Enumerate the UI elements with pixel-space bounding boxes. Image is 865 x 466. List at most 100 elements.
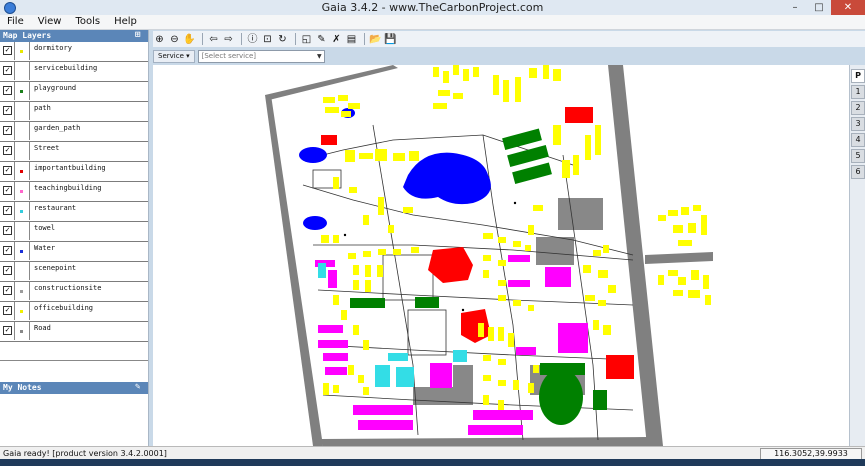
- office-building: [668, 210, 678, 216]
- dormitory-building: [498, 280, 506, 286]
- zoom-out-icon[interactable]: ⊖: [168, 33, 181, 46]
- dormitory-building: [483, 255, 491, 261]
- dormitory-building: [358, 375, 364, 383]
- layer-checkbox[interactable]: ✓: [3, 166, 12, 175]
- pond: [299, 147, 327, 163]
- info-icon[interactable]: ⓘ: [246, 33, 259, 46]
- dormitory-building: [463, 69, 469, 81]
- zoom-in-icon[interactable]: ⊕: [153, 33, 166, 46]
- important-building: [606, 355, 634, 379]
- dormitory-building: [483, 233, 493, 239]
- map-view[interactable]: [153, 65, 849, 446]
- dormitory-building: [325, 107, 339, 113]
- clear-icon[interactable]: ✗: [330, 33, 343, 46]
- add-layer-icon[interactable]: ◱: [300, 33, 313, 46]
- new-note-icon[interactable]: ✎: [135, 383, 145, 392]
- menu-file[interactable]: File: [0, 15, 31, 29]
- menu-tools[interactable]: Tools: [68, 15, 107, 29]
- office-building: [673, 290, 683, 296]
- layer-checkbox[interactable]: ✓: [3, 126, 12, 135]
- layer-checkbox[interactable]: ✓: [3, 246, 12, 255]
- dormitory-building: [483, 375, 491, 381]
- office-building: [688, 223, 696, 233]
- layer-symbol-icon: [14, 302, 30, 320]
- layer-row[interactable]: ✓ playground: [0, 82, 148, 102]
- teaching-building: [353, 405, 413, 415]
- layer-checkbox[interactable]: ✓: [3, 206, 12, 215]
- dormitory-building: [453, 65, 459, 75]
- menu-help[interactable]: Help: [107, 15, 144, 29]
- teaching-building: [473, 410, 533, 420]
- full-extent-icon[interactable]: ⊡: [261, 33, 274, 46]
- menu-view[interactable]: View: [31, 15, 69, 29]
- layer-row[interactable]: ✓ Water: [0, 242, 148, 262]
- layer-checkbox[interactable]: ✓: [3, 106, 12, 115]
- layer-checkbox[interactable]: ✓: [3, 186, 12, 195]
- page-tab[interactable]: 5: [851, 149, 865, 163]
- stadium: [539, 369, 583, 425]
- layer-row[interactable]: ✓ Street: [0, 142, 148, 162]
- dormitory-building: [333, 385, 339, 393]
- layer-row[interactable]: ✓ scenepoint: [0, 262, 148, 282]
- layer-name: constructionsite: [34, 284, 102, 292]
- campus-map[interactable]: [153, 65, 849, 446]
- layer-checkbox[interactable]: ✓: [3, 86, 12, 95]
- add-layer-icon[interactable]: ⊞: [135, 31, 145, 40]
- layer-checkbox[interactable]: ✓: [3, 326, 12, 335]
- layer-row[interactable]: ✓ constructionsite: [0, 282, 148, 302]
- legend-icon[interactable]: ▤: [345, 33, 358, 46]
- notes-area[interactable]: [0, 394, 148, 447]
- layer-checkbox[interactable]: ✓: [3, 66, 12, 75]
- street-line: [313, 244, 634, 261]
- layer-checkbox[interactable]: ✓: [3, 286, 12, 295]
- layer-checkbox[interactable]: ✓: [3, 306, 12, 315]
- office-building: [701, 215, 707, 235]
- layer-row[interactable]: ✓ officebuilding: [0, 302, 148, 322]
- service-select[interactable]: [Select service] ▼: [197, 49, 325, 63]
- scene-point: [343, 233, 347, 237]
- layer-row[interactable]: ✓ towel: [0, 222, 148, 242]
- refresh-icon[interactable]: ↻: [276, 33, 289, 46]
- minimize-button[interactable]: –: [783, 0, 807, 15]
- dormitory-building: [365, 280, 371, 292]
- layer-row[interactable]: ✓ importantbuilding: [0, 162, 148, 182]
- office-building: [705, 295, 711, 305]
- layer-row[interactable]: ✓ dormitory: [0, 42, 148, 62]
- layer-checkbox[interactable]: ✓: [3, 146, 12, 155]
- dormitory-building: [375, 149, 387, 161]
- layer-row[interactable]: ✓ servicebuilding: [0, 62, 148, 82]
- map-toolbar: ⊕ ⊖ ✋ ⇦ ⇨ ⓘ ⊡ ↻ ◱ ✎ ✗ ▤ 📂 💾: [153, 31, 865, 47]
- layer-symbol-icon: [14, 222, 30, 240]
- dormitory-building: [503, 80, 509, 102]
- save-icon[interactable]: 💾: [384, 33, 397, 46]
- layer-row[interactable]: ✓ teachingbuilding: [0, 182, 148, 202]
- forward-icon[interactable]: ⇨: [222, 33, 235, 46]
- page-tab[interactable]: 2: [851, 101, 865, 115]
- teaching-building: [558, 323, 588, 353]
- back-icon[interactable]: ⇦: [207, 33, 220, 46]
- layer-checkbox[interactable]: ✓: [3, 46, 12, 55]
- important-building: [321, 135, 337, 145]
- office-building: [678, 240, 692, 246]
- page-tab[interactable]: 6: [851, 165, 865, 179]
- page-tab[interactable]: 3: [851, 117, 865, 131]
- road-segment: [645, 252, 713, 264]
- page-tab[interactable]: 1: [851, 85, 865, 99]
- layer-row[interactable]: ✓ Road: [0, 322, 148, 342]
- dormitory-building: [353, 265, 359, 275]
- layer-name: officebuilding: [34, 304, 94, 312]
- pager-header: P: [851, 69, 865, 83]
- open-icon[interactable]: 📂: [369, 33, 382, 46]
- layer-row[interactable]: ✓ restaurant: [0, 202, 148, 222]
- edit-icon[interactable]: ✎: [315, 33, 328, 46]
- pan-icon[interactable]: ✋: [183, 33, 196, 46]
- layer-row[interactable]: ✓ garden_path: [0, 122, 148, 142]
- layer-row[interactable]: ✓ path: [0, 102, 148, 122]
- maximize-button[interactable]: □: [807, 0, 831, 15]
- layer-symbol-icon: [14, 42, 30, 60]
- page-tab[interactable]: 4: [851, 133, 865, 147]
- layer-checkbox[interactable]: ✓: [3, 266, 12, 275]
- close-button[interactable]: ✕: [831, 0, 865, 15]
- service-button[interactable]: Service ▾: [153, 49, 195, 63]
- layer-checkbox[interactable]: ✓: [3, 226, 12, 235]
